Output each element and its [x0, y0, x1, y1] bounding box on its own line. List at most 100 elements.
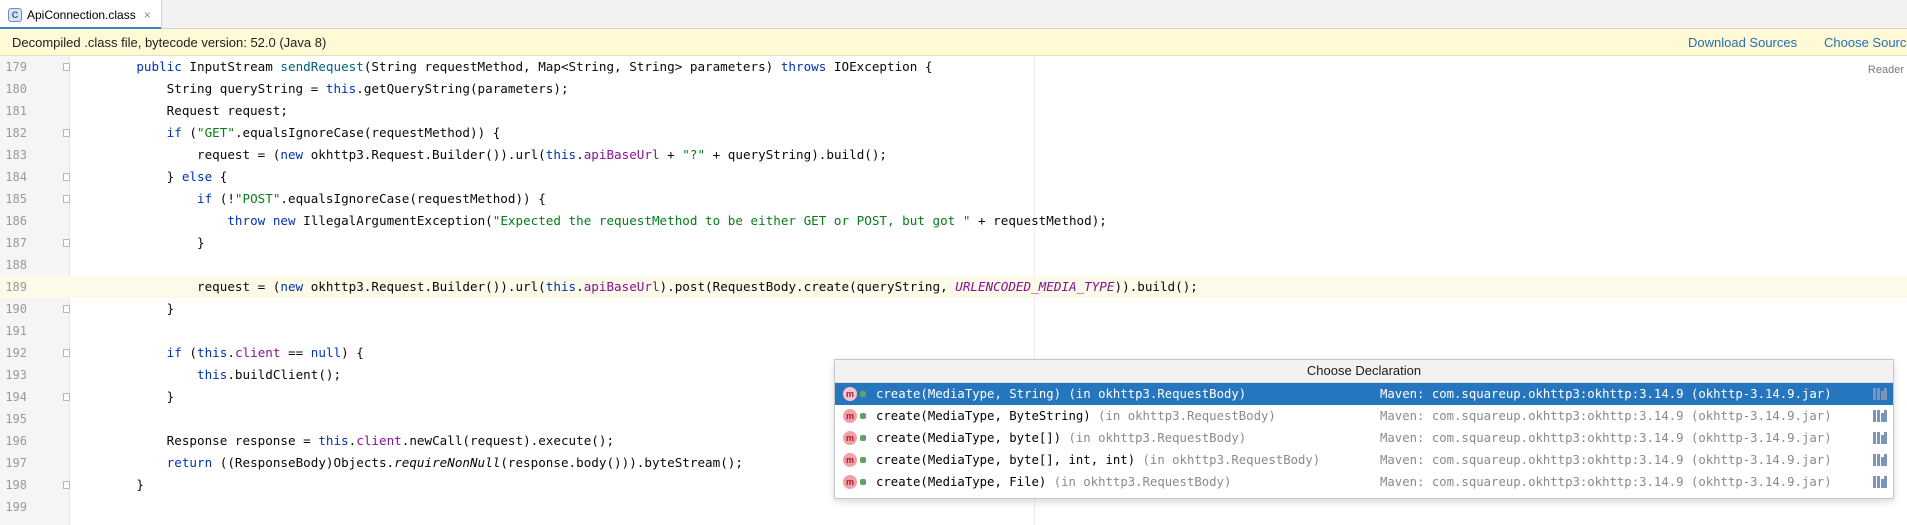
maven-library: Maven: com.squareup.okhttp3:okhttp:3.14.… — [1380, 453, 1832, 467]
line-number: 182 — [5, 126, 27, 140]
line-number: 189 — [5, 280, 27, 294]
code-text: Request request; — [106, 103, 288, 118]
line-number: 191 — [5, 324, 27, 338]
fold-marker-icon[interactable] — [63, 305, 70, 313]
fold-marker-icon[interactable] — [63, 195, 70, 203]
line-number: 199 — [5, 500, 27, 514]
library-icon — [1873, 410, 1887, 422]
code-line[interactable]: 190 } — [0, 298, 1907, 320]
method-icon: m — [843, 387, 857, 401]
declaration-signature: create(MediaType, ByteString) (in okhttp… — [876, 409, 1276, 423]
code-text: } — [106, 301, 175, 316]
line-number: 196 — [5, 434, 27, 448]
line-number: 185 — [5, 192, 27, 206]
fold-marker-icon[interactable] — [63, 239, 70, 247]
line-number: 195 — [5, 412, 27, 426]
code-text: if ("GET".equalsIgnoreCase(requestMethod… — [166, 125, 501, 140]
public-visibility-icon — [860, 391, 866, 397]
declaration-signature: create(MediaType, byte[]) (in okhttp3.Re… — [876, 431, 1247, 445]
public-visibility-icon — [860, 479, 866, 485]
line-number: 179 — [5, 60, 27, 74]
library-icon — [1873, 454, 1887, 466]
popup-title: Choose Declaration — [835, 360, 1893, 383]
code-text: return ((ResponseBody)Objects.requireNon… — [166, 455, 743, 470]
line-number: 186 — [5, 214, 27, 228]
code-line[interactable]: 183 request = (new okhttp3.Request.Build… — [0, 144, 1907, 166]
declaration-item[interactable]: m create(MediaType, File) (in okhttp3.Req… — [835, 471, 1893, 493]
line-number: 192 — [5, 346, 27, 360]
code-line[interactable]: 191 — [0, 320, 1907, 342]
fold-marker-icon[interactable] — [63, 173, 70, 181]
line-number: 180 — [5, 82, 27, 96]
tab-api-connection[interactable]: C ApiConnection.class × — [0, 0, 162, 30]
declaration-signature: create(MediaType, String) (in okhttp3.Re… — [876, 387, 1247, 401]
code-line[interactable]: 189 request = (new okhttp3.Request.Build… — [0, 276, 1907, 298]
maven-library: Maven: com.squareup.okhttp3:okhttp:3.14.… — [1380, 475, 1832, 489]
declaration-item[interactable]: m create(MediaType, byte[], int, int) (in… — [835, 449, 1893, 471]
reader-mode-toggle[interactable]: Reader — [1868, 64, 1904, 76]
code-line[interactable]: 184 } else { — [0, 166, 1907, 188]
download-sources-link[interactable]: Download Sources — [1688, 35, 1797, 50]
line-number: 183 — [5, 148, 27, 162]
code-text: } — [106, 235, 205, 250]
code-text: String queryString = this.getQueryString… — [106, 81, 569, 96]
code-text: if (this.client == null) { — [166, 345, 364, 360]
line-number: 193 — [5, 368, 27, 382]
fold-marker-icon[interactable] — [63, 63, 70, 71]
line-number: 194 — [5, 390, 27, 404]
line-number: 190 — [5, 302, 27, 316]
choose-sources-link[interactable]: Choose Sources... — [1824, 35, 1907, 50]
declaration-item[interactable]: m create(MediaType, byte[]) (in okhttp3.R… — [835, 427, 1893, 449]
code-text: } — [106, 477, 144, 492]
fold-marker-icon[interactable] — [63, 393, 70, 401]
choose-declaration-popup: Choose Declaration m create(MediaType, St… — [834, 359, 1894, 499]
library-icon — [1873, 476, 1887, 488]
maven-library: Maven: com.squareup.okhttp3:okhttp:3.14.… — [1380, 409, 1832, 423]
code-line[interactable]: 187 } — [0, 232, 1907, 254]
banner-text: Decompiled .class file, bytecode version… — [12, 35, 327, 50]
code-line[interactable]: 179 public InputStream sendRequest(Strin… — [0, 56, 1907, 78]
decompiled-notice-banner: Decompiled .class file, bytecode version… — [0, 29, 1907, 56]
tab-label: ApiConnection.class — [27, 7, 136, 22]
code-text: this.buildClient(); — [197, 367, 342, 382]
maven-library: Maven: com.squareup.okhttp3:okhttp:3.14.… — [1380, 431, 1832, 445]
code-line[interactable]: 180 String queryString = this.getQuerySt… — [0, 78, 1907, 100]
code-text: request = (new okhttp3.Request.Builder()… — [106, 147, 888, 162]
declaration-item[interactable]: m create(MediaType, String) (in okhttp3.R… — [835, 383, 1893, 405]
code-line[interactable]: 188 — [0, 254, 1907, 276]
code-text: if (!"POST".equalsIgnoreCase(requestMeth… — [197, 191, 546, 206]
declaration-list: m create(MediaType, String) (in okhttp3.R… — [835, 383, 1893, 493]
fold-marker-icon[interactable] — [63, 129, 70, 137]
code-line[interactable]: 185 if (!"POST".equalsIgnoreCase(request… — [0, 188, 1907, 210]
code-line[interactable]: 181 Request request; — [0, 100, 1907, 122]
line-number: 187 — [5, 236, 27, 250]
declaration-item[interactable]: m create(MediaType, ByteString) (in okhtt… — [835, 405, 1893, 427]
line-number: 188 — [5, 258, 27, 272]
code-text: Response response = this.client.newCall(… — [106, 433, 615, 448]
class-file-icon: C — [8, 7, 22, 22]
line-number: 184 — [5, 170, 27, 184]
editor-tab-bar: C ApiConnection.class × — [0, 0, 1907, 30]
code-editor[interactable]: 179 public InputStream sendRequest(Strin… — [0, 56, 1907, 525]
code-text: public InputStream sendRequest(String re… — [136, 59, 933, 74]
code-text: } — [106, 389, 175, 404]
code-line[interactable]: 186 throw new IllegalArgumentException("… — [0, 210, 1907, 232]
fold-marker-icon[interactable] — [63, 481, 70, 489]
code-text: throw new IllegalArgumentException("Expe… — [227, 213, 1107, 228]
code-text: request = (new okhttp3.Request.Builder()… — [106, 279, 1198, 294]
declaration-signature: create(MediaType, byte[], int, int) (in … — [876, 453, 1321, 467]
close-icon[interactable]: × — [144, 8, 151, 22]
code-line[interactable]: 182 if ("GET".equalsIgnoreCase(requestMe… — [0, 122, 1907, 144]
declaration-signature: create(MediaType, File) (in okhttp3.Requ… — [876, 475, 1232, 489]
method-icon: m — [843, 431, 857, 445]
method-icon: m — [843, 453, 857, 467]
method-icon: m — [843, 475, 857, 489]
method-icon: m — [843, 409, 857, 423]
fold-marker-icon[interactable] — [63, 349, 70, 357]
line-number: 197 — [5, 456, 27, 470]
code-line[interactable]: 199 — [0, 496, 1907, 518]
line-number: 198 — [5, 478, 27, 492]
public-visibility-icon — [860, 413, 866, 419]
maven-library: Maven: com.squareup.okhttp3:okhttp:3.14.… — [1380, 387, 1832, 401]
public-visibility-icon — [860, 457, 866, 463]
